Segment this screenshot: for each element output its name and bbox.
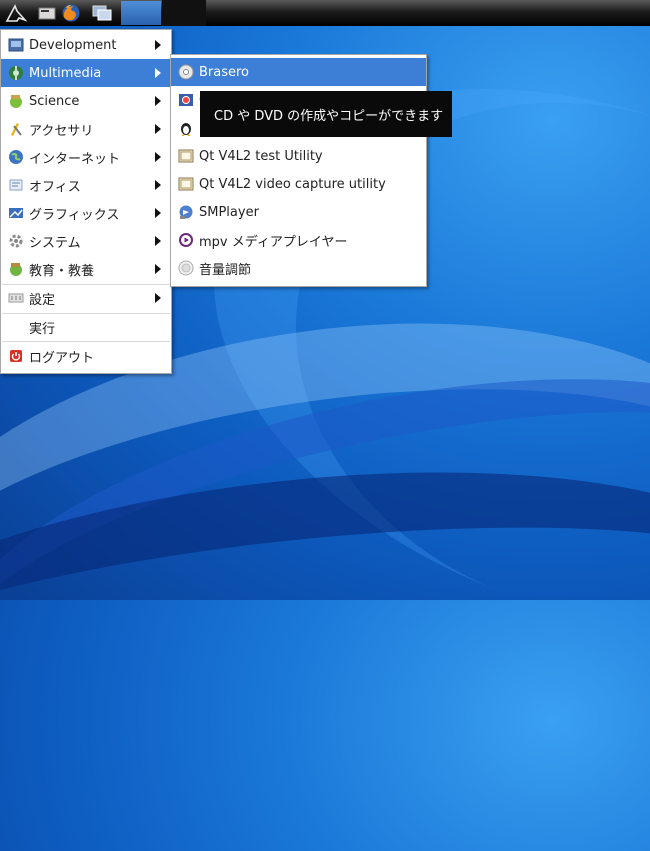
menu-item-label: Qt V4L2 test Utility [199,148,323,164]
submenu-item-qvidcap[interactable]: Qt V4L2 video capture utility [171,170,426,198]
menu-item-logout[interactable]: ログアウト [1,342,171,370]
mpv-icon [178,232,194,248]
submenu-item-smplayer[interactable]: SMPlayer [171,198,426,226]
menu-item-label: システム [29,235,81,251]
brasero-tooltip: CD や DVD の作成やコピーができます [200,91,452,137]
menu-item-label: Development [29,37,117,53]
internet-icon [8,149,24,165]
menu-item-label: Qt V4L2 video capture utility [199,176,386,192]
multimedia-submenu: Brasero C L Qt V4L2 test Utility Qt V4L2… [170,54,427,287]
submenu-arrow-icon [155,208,161,218]
taskbar-button[interactable] [121,1,161,25]
menu-item-graphics[interactable]: グラフィックス [1,199,171,227]
submenu-arrow-icon [155,96,161,106]
menu-item-education[interactable]: 教育・教養 [1,255,171,283]
submenu-arrow-icon [155,68,161,78]
menu-item-accessories[interactable]: アクセサリ [1,115,171,143]
development-icon [8,37,24,53]
logout-icon [8,348,24,364]
menu-item-label: mpv メディアプレイヤー [199,234,348,250]
submenu-arrow-icon [155,264,161,274]
submenu-arrow-icon [155,124,161,134]
system-icon [8,233,24,249]
menu-item-settings[interactable]: 設定 [1,284,171,312]
menu-item-label: インターネット [29,151,121,167]
graphics-icon [8,205,24,221]
submenu-arrow-icon [155,180,161,190]
submenu-arrow-icon [155,40,161,50]
menu-item-system[interactable]: システム [1,227,171,255]
submenu-item-qv4l2[interactable]: Qt V4L2 test Utility [171,142,426,170]
submenu-arrow-icon [155,236,161,246]
menu-item-label: Brasero [199,64,250,80]
accessories-icon [8,121,24,137]
window-switch-icon[interactable] [92,3,112,23]
education-icon [8,261,24,277]
lxde-logo-icon[interactable] [4,3,30,23]
desktop-swoosh [0,428,650,851]
volume-icon [178,260,194,276]
submenu-item-brasero[interactable]: Brasero [171,58,426,86]
menu-item-science[interactable]: Science [1,87,171,115]
submenu-item-volume[interactable]: 音量調節 [171,254,426,282]
cheese-icon [178,92,194,108]
menu-item-label: 教育・教養 [29,263,95,279]
menu-item-label: 設定 [29,292,56,308]
application-menu: Development Multimedia Science アクセサリ インタ… [0,29,172,374]
menu-item-label: Science [29,93,80,109]
multimedia-icon [8,65,24,81]
menu-item-label: 実行 [29,321,56,337]
linux-media-icon [178,120,194,136]
science-icon [8,93,24,109]
settings-icon [8,290,24,306]
menu-item-office[interactable]: オフィス [1,171,171,199]
tooltip-text: CD や DVD の作成やコピーができます [214,108,444,124]
panel-spacer [162,0,206,26]
menu-item-label: SMPlayer [199,204,259,220]
submenu-arrow-icon [155,293,161,303]
desktop-swoosh [0,310,650,830]
smplayer-icon [178,204,194,220]
office-icon [8,177,24,193]
top-panel [0,0,650,26]
qv4l2-icon [178,148,194,164]
menu-item-internet[interactable]: インターネット [1,143,171,171]
submenu-arrow-icon [155,152,161,162]
menu-item-label: グラフィックス [29,207,120,223]
menu-item-multimedia[interactable]: Multimedia [1,59,171,87]
brasero-icon [178,64,194,80]
menu-item-development[interactable]: Development [1,31,171,59]
qvidcap-icon [178,176,194,192]
submenu-item-mpv[interactable]: mpv メディアプレイヤー [171,226,426,254]
menu-item-label: Multimedia [29,65,102,81]
menu-item-run[interactable]: 実行 [1,313,171,341]
terminal-icon[interactable] [37,3,57,23]
menu-item-label: 音量調節 [199,262,252,278]
menu-item-label: ログアウト [29,350,95,366]
menu-item-label: アクセサリ [29,123,94,139]
firefox-icon[interactable] [61,3,81,23]
menu-item-label: オフィス [29,179,81,195]
